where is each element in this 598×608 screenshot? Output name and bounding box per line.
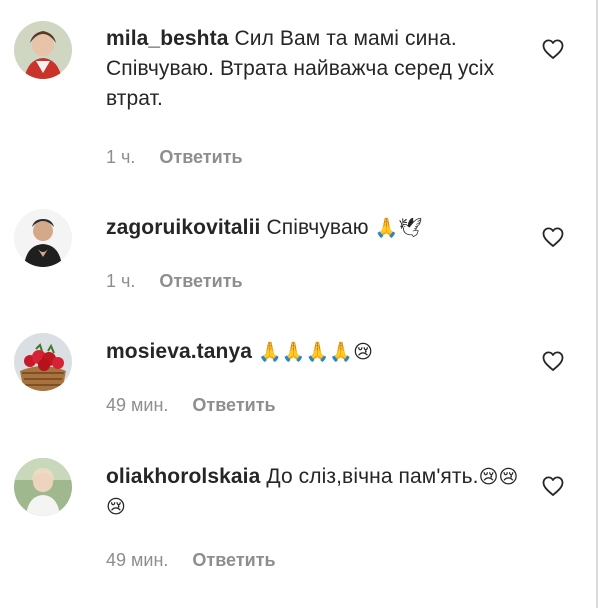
avatar[interactable] <box>14 209 72 267</box>
reply-button[interactable]: Ответить <box>159 271 242 291</box>
comment-meta: 1 ч. Ответить <box>106 145 243 169</box>
comment-meta: 1 ч. Ответить <box>106 269 243 293</box>
like-button[interactable] <box>541 37 565 61</box>
comment-username[interactable]: oliakhorolskaia <box>106 465 260 488</box>
comment-meta: 49 мин. Ответить <box>106 393 276 417</box>
comment-meta: 49 мин. Ответить <box>106 548 276 572</box>
comment-message: Співчуваю <box>266 216 369 239</box>
avatar[interactable] <box>14 21 72 79</box>
heart-outline-icon <box>542 227 564 247</box>
like-button[interactable] <box>541 474 565 498</box>
comment-body: mila_beshta Сил Вам та мамі сина. Співчув… <box>106 24 526 114</box>
comment-time[interactable]: 1 ч. <box>106 271 135 291</box>
heart-outline-icon <box>542 351 564 371</box>
comment-message: До сліз,вічна пам'ять. <box>266 465 479 488</box>
comment-username[interactable]: mosieva.tanya <box>106 340 252 363</box>
like-button[interactable] <box>541 225 565 249</box>
comment-emoji: 🙏🙏🙏🙏😢 <box>258 341 373 363</box>
comment-body: oliakhorolskaia До сліз,вічна пам'ять.😢😢😢 <box>106 462 526 522</box>
comment-time[interactable]: 49 мин. <box>106 395 168 415</box>
avatar[interactable] <box>14 458 72 516</box>
comment-body: mosieva.tanya 🙏🙏🙏🙏😢 <box>106 337 526 367</box>
reply-button[interactable]: Ответить <box>159 147 242 167</box>
reply-button[interactable]: Ответить <box>192 395 275 415</box>
heart-outline-icon <box>542 476 564 496</box>
comment-time[interactable]: 1 ч. <box>106 147 135 167</box>
reply-button[interactable]: Ответить <box>192 550 275 570</box>
heart-outline-icon <box>542 39 564 59</box>
avatar[interactable] <box>14 333 72 391</box>
comment-emoji: 🙏🕊 <box>374 217 423 239</box>
comment-time[interactable]: 49 мин. <box>106 550 168 570</box>
comment-body: zagoruikovitalii Співчуваю 🙏🕊 <box>106 213 526 243</box>
comment-username[interactable]: mila_beshta <box>106 27 229 50</box>
comment-username[interactable]: zagoruikovitalii <box>106 216 260 239</box>
like-button[interactable] <box>541 349 565 373</box>
